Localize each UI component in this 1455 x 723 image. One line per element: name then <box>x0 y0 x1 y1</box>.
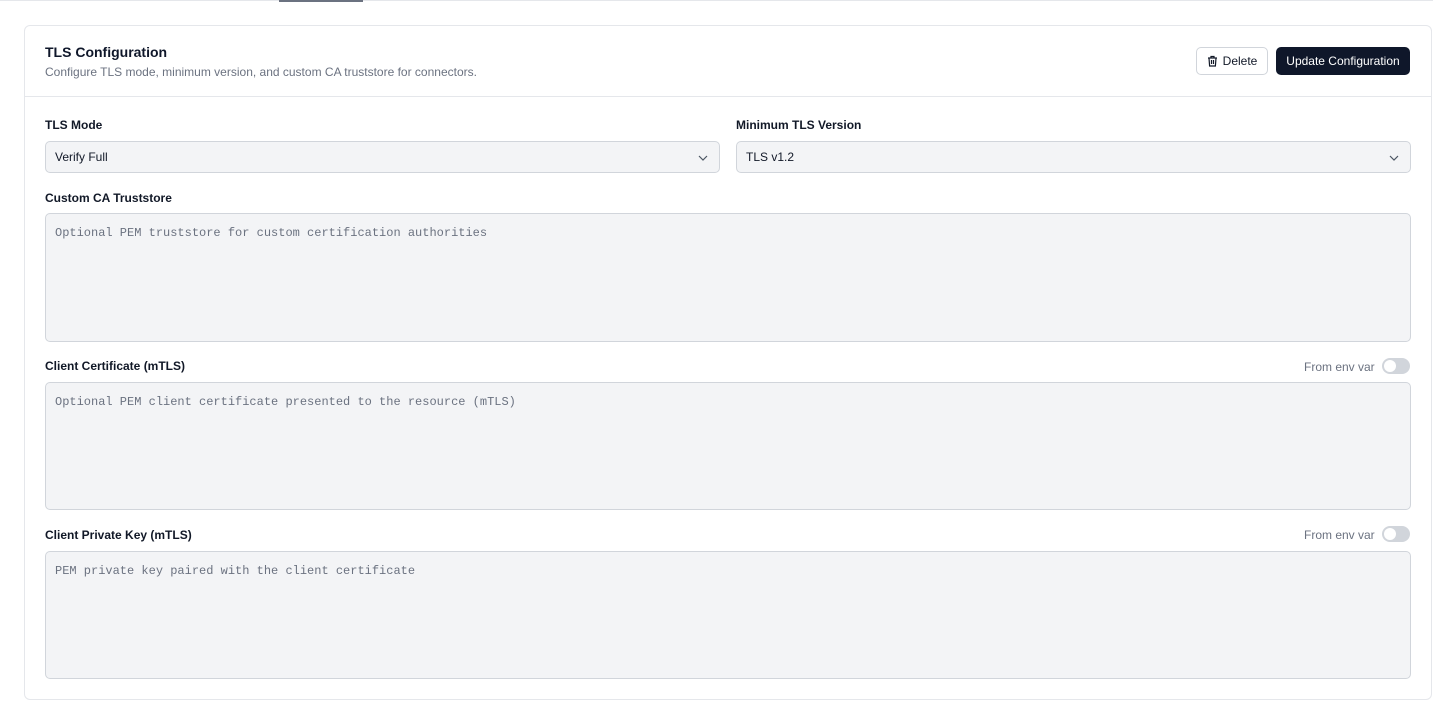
client-private-key-textarea[interactable] <box>45 551 1411 679</box>
trash-icon <box>1207 55 1218 67</box>
chevron-down-icon <box>1388 152 1400 167</box>
client-certificate-textarea[interactable] <box>45 382 1411 510</box>
client-private-key-env-toggle[interactable] <box>1382 526 1410 542</box>
tls-config-card: TLS Configuration Configure TLS mode, mi… <box>24 25 1432 700</box>
tls-mode-value: Verify Full <box>55 150 108 164</box>
client-certificate-env-toggle[interactable] <box>1382 358 1410 374</box>
min-tls-version-label: Minimum TLS Version <box>736 118 862 132</box>
active-tab-indicator <box>279 0 363 2</box>
client-private-key-label: Client Private Key (mTLS) <box>45 528 192 542</box>
ca-truststore-textarea[interactable] <box>45 213 1411 342</box>
delete-button-label: Delete <box>1222 54 1258 68</box>
tls-mode-select[interactable]: Verify Full <box>45 141 720 173</box>
toggle-knob <box>1384 528 1396 540</box>
card-title: TLS Configuration <box>45 44 168 60</box>
toggle-knob <box>1384 360 1396 372</box>
min-tls-version-value: TLS v1.2 <box>746 150 795 164</box>
tls-mode-label: TLS Mode <box>45 118 103 132</box>
update-configuration-button[interactable]: Update Configuration <box>1276 47 1410 75</box>
tab-bar-divider <box>0 0 1433 1</box>
chevron-down-icon <box>697 152 709 167</box>
card-description: Configure TLS mode, minimum version, and… <box>45 65 477 79</box>
client-certificate-env-label: From env var <box>1304 360 1375 374</box>
client-certificate-label: Client Certificate (mTLS) <box>45 359 186 373</box>
ca-truststore-label: Custom CA Truststore <box>45 191 172 205</box>
delete-button[interactable]: Delete <box>1196 47 1268 75</box>
client-private-key-env-label: From env var <box>1304 528 1375 542</box>
card-header: TLS Configuration Configure TLS mode, mi… <box>25 26 1431 97</box>
min-tls-version-select[interactable]: TLS v1.2 <box>736 141 1411 173</box>
